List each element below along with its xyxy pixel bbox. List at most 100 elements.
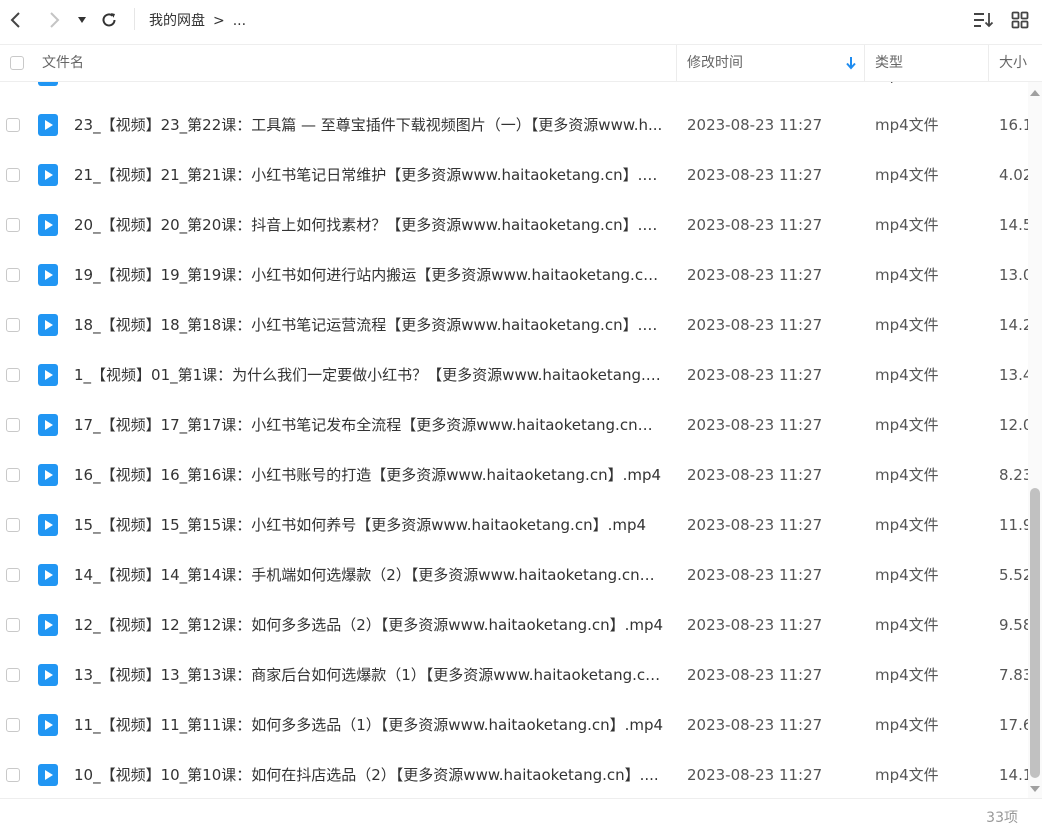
- file-name[interactable]: 11_【视频】11_第11课：如何多多选品（1）【更多资源www.haitaok…: [74, 700, 664, 750]
- column-header-name[interactable]: 文件名: [42, 45, 84, 81]
- video-file-icon: [38, 514, 58, 536]
- row-checkbox[interactable]: [6, 468, 20, 482]
- forward-button[interactable]: [42, 8, 66, 32]
- file-type: mp4文件: [875, 566, 939, 584]
- file-name[interactable]: 20_【视频】20_第20课：抖音上如何找素材？【更多资源www.haitaok…: [74, 200, 664, 250]
- history-dropdown-button[interactable]: [72, 8, 92, 32]
- file-name[interactable]: 21_【视频】21_第21课：小红书笔记日常维护【更多资源www.haitaok…: [74, 150, 664, 200]
- file-name[interactable]: 18_【视频】18_第18课：小红书笔记运营流程【更多资源www.haitaok…: [74, 300, 664, 350]
- row-checkbox[interactable]: [6, 168, 20, 182]
- file-type: mp4文件: [875, 216, 939, 234]
- column-divider[interactable]: [864, 45, 865, 81]
- file-type: mp4文件: [875, 716, 939, 734]
- file-name[interactable]: 19_【视频】19_第19课：小红书如何进行站内搬运【更多资源www.haita…: [74, 250, 664, 300]
- video-file-icon: [38, 364, 58, 386]
- file-row[interactable]: 20_【视频】20_第20课：抖音上如何找素材？【更多资源www.haitaok…: [0, 200, 1028, 250]
- video-file-icon: [38, 114, 58, 136]
- row-checkbox[interactable]: [6, 568, 20, 582]
- file-size: 14.2: [999, 316, 1028, 334]
- toolbar: 我的网盘 >...: [0, 0, 1042, 40]
- row-checkbox[interactable]: [6, 768, 20, 782]
- sort-list-icon: [974, 13, 994, 28]
- file-type: mp4文件: [875, 166, 939, 184]
- row-checkbox[interactable]: [6, 718, 20, 732]
- scroll-down-arrow-icon[interactable]: [1029, 784, 1041, 794]
- file-name[interactable]: 13_【视频】13_第13课：商家后台如何选爆款（1）【更多资源www.hait…: [74, 650, 664, 700]
- row-checkbox[interactable]: [6, 318, 20, 332]
- file-modified-time: 2023-08-23 11:27: [687, 766, 823, 784]
- file-row[interactable]: 19_【视频】19_第19课：小红书如何进行站内搬运【更多资源www.haita…: [0, 250, 1028, 300]
- file-row[interactable]: 11_【视频】11_第11课：如何多多选品（1）【更多资源www.haitaok…: [0, 700, 1028, 750]
- row-checkbox[interactable]: [6, 618, 20, 632]
- file-name[interactable]: 23_【视频】23_第22课：工具篇 — 至尊宝插件下载视频图片（一）【更多资源…: [74, 100, 664, 150]
- column-divider[interactable]: [676, 45, 677, 81]
- file-type: mp4文件: [875, 466, 939, 484]
- row-checkbox[interactable]: [6, 418, 20, 432]
- file-type: mp4文件: [875, 366, 939, 384]
- sort-descending-arrow-icon[interactable]: [845, 56, 857, 70]
- row-checkbox[interactable]: [6, 368, 20, 382]
- file-row[interactable]: 15_【视频】15_第15课：小红书如何养号【更多资源www.haitaoket…: [0, 500, 1028, 550]
- column-divider[interactable]: [988, 45, 989, 81]
- refresh-button[interactable]: [97, 8, 121, 32]
- breadcrumb-more[interactable]: ...: [233, 13, 246, 29]
- file-name[interactable]: 10_【视频】10_第10课：如何在抖店选品（2）【更多资源www.haitao…: [74, 750, 664, 798]
- file-list: mp4文件 23_【视频】23_第22课：工具篇 — 至尊宝插件下载视频图片（一…: [0, 82, 1028, 798]
- video-file-icon: [38, 314, 58, 336]
- file-name[interactable]: 14_【视频】14_第14课：手机端如何选爆款（2）【更多资源www.haita…: [74, 550, 664, 600]
- file-row[interactable]: 18_【视频】18_第18课：小红书笔记运营流程【更多资源www.haitaok…: [0, 300, 1028, 350]
- row-checkbox[interactable]: [6, 118, 20, 132]
- scroll-up-arrow-icon[interactable]: [1029, 88, 1041, 98]
- file-name[interactable]: 15_【视频】15_第15课：小红书如何养号【更多资源www.haitaoket…: [74, 500, 664, 550]
- file-row[interactable]: 23_【视频】23_第22课：工具篇 — 至尊宝插件下载视频图片（一）【更多资源…: [0, 100, 1028, 150]
- file-row[interactable]: 21_【视频】21_第21课：小红书笔记日常维护【更多资源www.haitaok…: [0, 150, 1028, 200]
- file-type: mp4文件: [875, 666, 939, 684]
- column-header-time[interactable]: 修改时间: [687, 45, 743, 81]
- video-file-icon: [38, 614, 58, 636]
- select-all-checkbox[interactable]: [10, 56, 24, 70]
- file-modified-time: 2023-08-23 11:27: [687, 116, 823, 134]
- file-row[interactable]: 17_【视频】17_第17课：小红书笔记发布全流程【更多资源www.haitao…: [0, 400, 1028, 450]
- grid-view-button[interactable]: [1008, 8, 1032, 32]
- video-file-icon: [38, 82, 58, 86]
- video-file-icon: [38, 564, 58, 586]
- sort-order-button[interactable]: [972, 8, 996, 32]
- video-file-icon: [38, 264, 58, 286]
- chevron-right-icon: [50, 12, 60, 28]
- row-checkbox[interactable]: [6, 218, 20, 232]
- breadcrumb-separator: >: [213, 13, 225, 29]
- file-row[interactable]: 16_【视频】16_第16课：小红书账号的打造【更多资源www.haitaoke…: [0, 450, 1028, 500]
- file-name[interactable]: 16_【视频】16_第16课：小红书账号的打造【更多资源www.haitaoke…: [74, 450, 664, 500]
- file-size: 17.6: [999, 716, 1028, 734]
- file-name[interactable]: 1_【视频】01_第1课：为什么我们一定要做小红书？【更多资源www.haita…: [74, 350, 664, 400]
- scrollbar-thumb[interactable]: [1030, 488, 1040, 778]
- file-size: 14.5: [999, 216, 1028, 234]
- file-modified-time: 2023-08-23 11:27: [687, 216, 823, 234]
- breadcrumb: 我的网盘 >...: [149, 10, 246, 30]
- row-checkbox[interactable]: [6, 668, 20, 682]
- item-count: 33项: [986, 810, 1018, 826]
- video-file-icon: [38, 414, 58, 436]
- column-header-type[interactable]: 类型: [875, 45, 903, 81]
- file-modified-time: 2023-08-23 11:27: [687, 616, 823, 634]
- file-row[interactable]: 13_【视频】13_第13课：商家后台如何选爆款（1）【更多资源www.hait…: [0, 650, 1028, 700]
- file-row[interactable]: 14_【视频】14_第14课：手机端如何选爆款（2）【更多资源www.haita…: [0, 550, 1028, 600]
- status-bar: 33项: [0, 798, 1042, 830]
- file-name[interactable]: 12_【视频】12_第12课：如何多多选品（2）【更多资源www.haitaok…: [74, 600, 664, 650]
- row-checkbox[interactable]: [6, 268, 20, 282]
- back-button[interactable]: [4, 8, 28, 32]
- video-file-icon: [38, 214, 58, 236]
- row-checkbox[interactable]: [6, 518, 20, 532]
- column-header-size[interactable]: 大小: [999, 45, 1027, 81]
- file-row[interactable]: 10_【视频】10_第10课：如何在抖店选品（2）【更多资源www.haitao…: [0, 750, 1028, 798]
- file-size: 4.02: [999, 166, 1028, 184]
- file-row[interactable]: 1_【视频】01_第1课：为什么我们一定要做小红书？【更多资源www.haita…: [0, 350, 1028, 400]
- file-size: 8.23: [999, 466, 1028, 484]
- file-type: mp4文件: [875, 416, 939, 434]
- file-modified-time: 2023-08-23 11:27: [687, 316, 823, 334]
- file-name[interactable]: 17_【视频】17_第17课：小红书笔记发布全流程【更多资源www.haitao…: [74, 400, 664, 450]
- file-modified-time: 2023-08-23 11:27: [687, 666, 823, 684]
- file-row-partial[interactable]: mp4文件: [0, 82, 1028, 100]
- file-row[interactable]: 12_【视频】12_第12课：如何多多选品（2）【更多资源www.haitaok…: [0, 600, 1028, 650]
- breadcrumb-root[interactable]: 我的网盘: [149, 10, 205, 30]
